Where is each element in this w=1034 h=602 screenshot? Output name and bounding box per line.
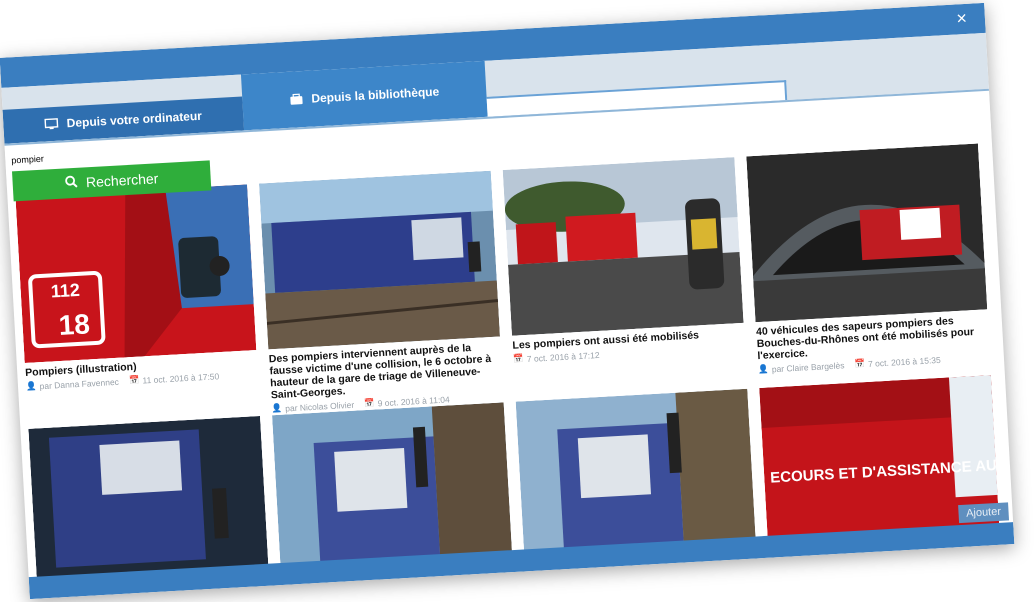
media-author: par Claire Bargelès (771, 359, 845, 374)
media-card[interactable]: Des pompiers interviennent auprès de la … (259, 170, 504, 415)
media-grid: 112 18 Pompiers (illustration) 👤 par Dann… (15, 143, 1014, 595)
user-icon: 👤 (25, 380, 37, 391)
close-icon[interactable]: × (956, 8, 968, 29)
search-button-label: Rechercher (85, 170, 159, 191)
library-icon (289, 93, 304, 106)
search-icon (65, 175, 79, 192)
media-card[interactable]: 40 véhicules des sapeurs pompiers des Bo… (746, 143, 991, 376)
calendar-icon: 📅 (512, 353, 525, 364)
media-date: 11 oct. 2016 à 17:50 (142, 370, 220, 385)
media-thumbnail[interactable]: 112 18 (15, 184, 257, 364)
truck-number-top: 112 (50, 280, 80, 302)
media-thumbnail[interactable] (259, 170, 500, 350)
calendar-icon: 📅 (128, 374, 140, 386)
tab-from-library-label: Depuis la bibliothèque (310, 84, 440, 106)
media-library-modal: × Depuis votre ordinateur Depuis la bibl… (0, 2, 1015, 600)
media-card[interactable]: 112 18 Pompiers (illustration) 👤 par Dann… (15, 184, 258, 392)
media-author: par Danna Favennec (39, 376, 120, 391)
add-button[interactable]: Ajouter (958, 502, 1010, 524)
media-date: 7 oct. 2016 à 15:35 (867, 354, 941, 369)
user-icon: 👤 (757, 363, 770, 375)
tab-from-computer-label: Depuis votre ordinateur (66, 108, 203, 131)
truck-number-bottom: 18 (58, 308, 91, 341)
media-card[interactable]: Les pompiers ont aussi été mobilisés 📅 7 … (502, 157, 746, 365)
media-date: 7 oct. 2016 à 17:12 (526, 349, 600, 364)
user-icon: 👤 (271, 402, 283, 414)
calendar-icon: 📅 (854, 358, 866, 369)
media-thumbnail[interactable] (502, 157, 744, 336)
calendar-icon: 📅 (363, 397, 375, 409)
media-thumbnail[interactable] (746, 143, 988, 323)
monitor-icon (44, 118, 59, 131)
